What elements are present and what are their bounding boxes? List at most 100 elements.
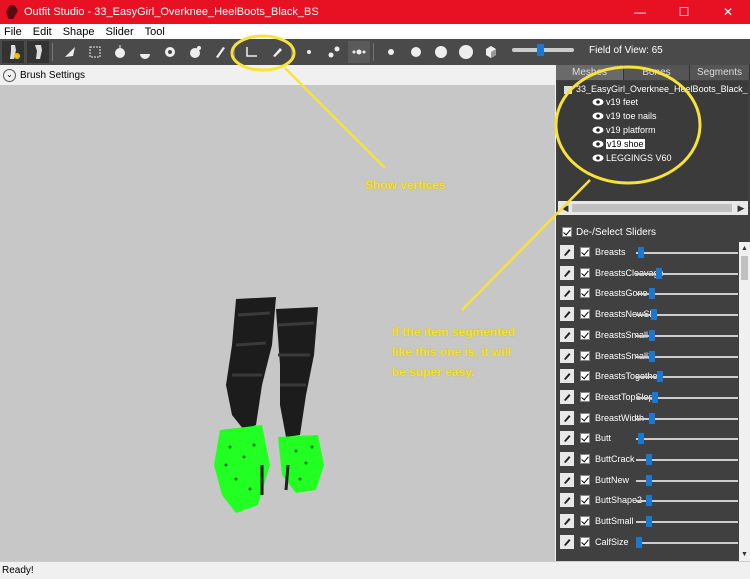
slider-edit-brush-button[interactable] (560, 328, 574, 342)
scroll-right-icon[interactable]: ▶ (735, 202, 747, 214)
mesh-item[interactable]: v19 feet (592, 97, 638, 107)
menu-slider[interactable]: Slider (106, 26, 134, 38)
slider-checkbox[interactable] (580, 495, 590, 505)
slider-thumb[interactable] (649, 288, 655, 299)
eye-icon[interactable] (592, 98, 604, 106)
slider-checkbox[interactable] (580, 247, 590, 257)
slider-edit-brush-button[interactable] (560, 452, 574, 466)
transform-tool-button[interactable] (241, 41, 263, 63)
brush-settings-header[interactable]: ⌄ Brush Settings (0, 65, 555, 85)
smooth-brush-button[interactable] (184, 41, 206, 63)
slider-edit-brush-button[interactable] (560, 514, 574, 528)
slider-track[interactable] (636, 252, 738, 254)
slider-track[interactable] (636, 542, 738, 544)
maximize-button[interactable]: ☐ (662, 0, 706, 24)
mesh-item[interactable]: v19 platform (592, 125, 656, 135)
menu-shape[interactable]: Shape (63, 26, 95, 38)
slider-thumb[interactable] (638, 247, 644, 258)
tab-meshes[interactable]: Meshes (556, 65, 624, 80)
slider-thumb[interactable] (657, 371, 663, 382)
slider-thumb[interactable] (646, 495, 652, 506)
mesh-tree-hscrollbar[interactable]: ◀ ▶ (558, 201, 748, 215)
slider-edit-brush-button[interactable] (560, 390, 574, 404)
minimize-button[interactable]: — (618, 0, 662, 24)
slider-thumb[interactable] (646, 516, 652, 527)
slider-thumb[interactable] (649, 330, 655, 341)
slider-track[interactable] (636, 376, 738, 378)
slider-edit-brush-button[interactable] (560, 349, 574, 363)
slider-edit-brush-button[interactable] (560, 266, 574, 280)
slider-track[interactable] (636, 397, 738, 399)
brush-size-xlarge-button[interactable] (455, 41, 477, 63)
slider-checkbox[interactable] (580, 351, 590, 361)
slider-checkbox[interactable] (580, 309, 590, 319)
slider-checkbox[interactable] (580, 516, 590, 526)
menu-tool[interactable]: Tool (145, 26, 165, 38)
mesh-item-selected[interactable]: v19 shoe (592, 139, 645, 149)
3d-viewport[interactable] (0, 85, 555, 561)
slider-thumb[interactable] (649, 413, 655, 424)
slider-edit-brush-button[interactable] (560, 431, 574, 445)
slider-checkbox[interactable] (580, 454, 590, 464)
slider-edit-brush-button[interactable] (560, 286, 574, 300)
slider-checkbox[interactable] (580, 537, 590, 547)
slider-track[interactable] (636, 273, 738, 275)
slider-thumb[interactable] (646, 454, 652, 465)
show-vertices-button[interactable] (266, 41, 288, 63)
slider-thumb[interactable] (636, 537, 642, 548)
slider-edit-brush-button[interactable] (560, 473, 574, 487)
edge-select-button[interactable] (323, 41, 345, 63)
slider-edit-brush-button[interactable] (560, 245, 574, 259)
tab-bones[interactable]: Bones (624, 65, 690, 80)
slider-checkbox[interactable] (580, 392, 590, 402)
slider-track[interactable] (636, 438, 738, 440)
brush-size-medium-button[interactable] (405, 41, 427, 63)
slider-thumb[interactable] (656, 268, 662, 279)
scroll-down-icon[interactable]: ▼ (739, 549, 750, 560)
slider-thumb[interactable] (646, 475, 652, 486)
slider-checkbox[interactable] (580, 475, 590, 485)
mesh-item[interactable]: v19 toe nails (592, 111, 657, 121)
brush-size-large-button[interactable] (430, 41, 452, 63)
mesh-item[interactable]: LEGGINGS V60 (592, 153, 672, 163)
chevron-down-icon[interactable]: ⌄ (3, 69, 16, 82)
deflate-brush-button[interactable] (134, 41, 156, 63)
eye-icon[interactable] (592, 126, 604, 134)
slider-list-vscrollbar[interactable]: ▲ ▼ (739, 242, 750, 561)
menu-file[interactable]: File (4, 26, 22, 38)
slider-checkbox[interactable] (580, 413, 590, 423)
select-brush-button[interactable] (59, 41, 81, 63)
vscroll-thumb[interactable] (741, 256, 748, 280)
slider-checkbox[interactable] (580, 268, 590, 278)
slider-thumb[interactable] (638, 433, 644, 444)
menu-edit[interactable]: Edit (33, 26, 52, 38)
slider-edit-brush-button[interactable] (560, 493, 574, 507)
slider-thumb[interactable] (652, 392, 658, 403)
brush-size-small-button[interactable] (380, 41, 402, 63)
tab-segments[interactable]: Segments (690, 65, 750, 80)
slider-edit-brush-button[interactable] (560, 307, 574, 321)
slider-checkbox[interactable] (580, 371, 590, 381)
mask-brush-button[interactable] (84, 41, 106, 63)
field-of-view-slider[interactable] (512, 48, 574, 52)
slider-edit-brush-button[interactable] (560, 411, 574, 425)
inflate-brush-button[interactable] (109, 41, 131, 63)
slider-checkbox[interactable] (580, 288, 590, 298)
load-reference-button[interactable] (27, 41, 49, 63)
new-project-button[interactable] (2, 41, 24, 63)
eye-icon[interactable] (592, 154, 604, 162)
select-all-checkbox[interactable] (562, 227, 572, 237)
close-button[interactable]: ✕ (706, 0, 750, 24)
slider-edit-brush-button[interactable] (560, 369, 574, 383)
slider-thumb[interactable] (651, 309, 657, 320)
tree-root-item[interactable]: 33_EasyGirl_Overknee_HeelBoots_Black_B (564, 84, 748, 94)
slider-edit-brush-button[interactable] (560, 535, 574, 549)
vertex-select-button[interactable] (298, 41, 320, 63)
weight-brush-button[interactable] (209, 41, 231, 63)
move-brush-button[interactable] (159, 41, 181, 63)
field-of-view-slider-thumb[interactable] (537, 44, 544, 56)
slider-checkbox[interactable] (580, 330, 590, 340)
face-select-button[interactable] (348, 41, 370, 63)
wireframe-toggle-button[interactable] (480, 41, 502, 63)
slider-checkbox[interactable] (580, 433, 590, 443)
